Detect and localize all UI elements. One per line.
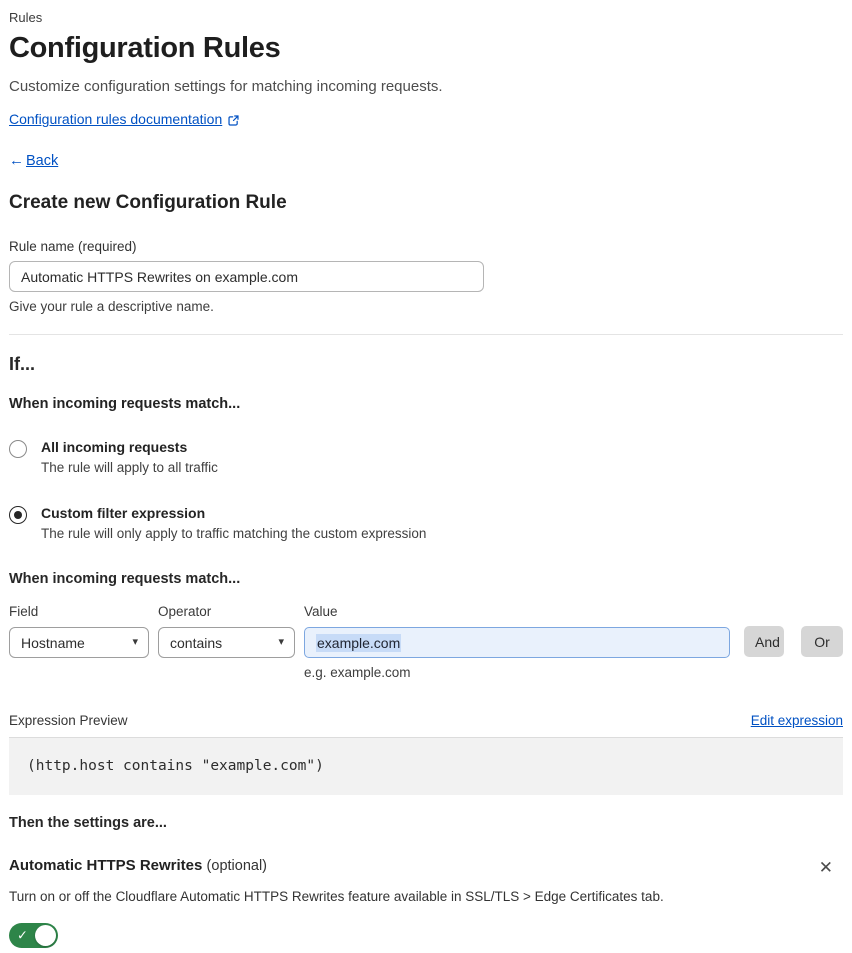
check-icon: ✓ (17, 927, 28, 943)
create-rule-heading: Create new Configuration Rule (9, 192, 287, 213)
section-divider (9, 334, 843, 335)
radio-custom-description: The rule will only apply to traffic matc… (41, 526, 427, 541)
and-button[interactable]: And (744, 626, 784, 657)
operator-label: Operator (158, 604, 212, 619)
field-label: Field (9, 604, 39, 619)
radio-all-incoming-requests[interactable]: All incoming requests The rule will appl… (9, 439, 843, 475)
radio-icon-unselected[interactable] (9, 440, 27, 458)
radio-custom-label: Custom filter expression (41, 505, 206, 521)
value-input[interactable]: example.com (304, 627, 730, 658)
chevron-down-icon: ▾ (132, 636, 138, 648)
back-link[interactable]: Back (26, 153, 58, 169)
setting-optional-label: (optional) (206, 858, 267, 874)
edit-expression-link[interactable]: Edit expression (751, 713, 843, 728)
external-link-icon (227, 114, 240, 127)
operator-select-value: contains (170, 634, 223, 651)
field-select[interactable]: Hostname ▾ (9, 627, 149, 658)
field-select-value: Hostname (21, 634, 85, 651)
expression-preview-section: Expression Preview Edit expression (http… (9, 713, 843, 795)
radio-custom-filter-expression[interactable]: Custom filter expression The rule will o… (9, 505, 843, 541)
expression-code-block: (http.host contains "example.com") (9, 737, 843, 795)
radio-all-description: The rule will apply to all traffic (41, 460, 218, 475)
then-heading: Then the settings are... (9, 815, 167, 831)
radio-all-label: All incoming requests (41, 439, 188, 455)
builder-heading: When incoming requests match... (9, 571, 241, 587)
operator-select[interactable]: contains ▾ (158, 627, 295, 658)
value-help: e.g. example.com (304, 665, 411, 680)
value-input-text: example.com (316, 633, 402, 652)
doc-link-row: Configuration rules documentation (9, 111, 843, 127)
rule-name-help: Give your rule a descriptive name. (9, 299, 214, 314)
toggle-knob (35, 925, 56, 946)
back-arrow-icon: ← (9, 152, 24, 169)
radio-icon-selected[interactable] (9, 506, 27, 524)
setting-description: Turn on or off the Cloudflare Automatic … (9, 889, 664, 904)
match-type-heading: When incoming requests match... (9, 396, 241, 412)
close-icon[interactable]: ✕ (815, 857, 837, 878)
breadcrumb: Rules (9, 10, 43, 25)
expression-preview-label: Expression Preview (9, 713, 128, 728)
setting-header: Automatic HTTPS Rewrites (optional) ✕ (9, 857, 843, 878)
rule-name-label: Rule name (required) (9, 239, 137, 254)
or-button[interactable]: Or (801, 626, 843, 657)
documentation-link[interactable]: Configuration rules documentation (9, 111, 222, 127)
chevron-down-icon: ▾ (278, 636, 284, 648)
page-subtitle: Customize configuration settings for mat… (9, 78, 443, 95)
back-row: ← Back (9, 152, 843, 169)
expression-builder-row: Field Hostname ▾ Operator contains ▾ Val… (9, 604, 843, 680)
setting-title: Automatic HTTPS Rewrites (9, 857, 203, 874)
page-title: Configuration Rules (9, 32, 281, 64)
value-label: Value (304, 604, 338, 619)
configuration-rules-page: Rules Configuration Rules Customize conf… (0, 0, 852, 953)
automatic-https-rewrites-toggle[interactable]: ✓ (9, 923, 58, 948)
rule-name-input[interactable] (9, 261, 484, 292)
if-heading: If... (9, 354, 35, 374)
